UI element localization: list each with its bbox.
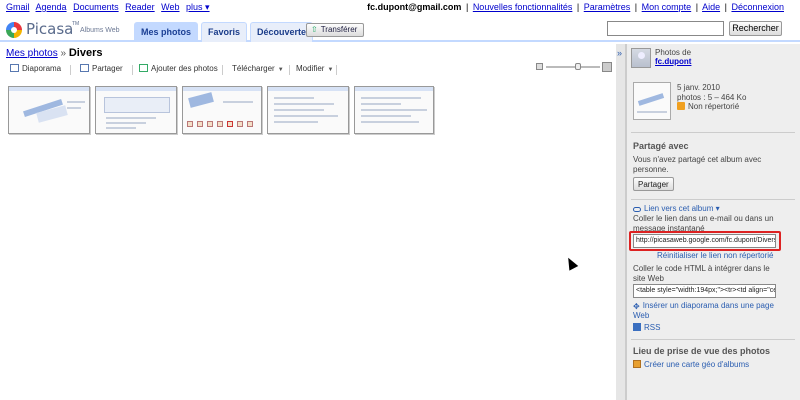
embed-instructions: Coller le code HTML à intégrer dans le s… [633, 264, 770, 283]
thumbnail-zoom-slider[interactable] [536, 62, 612, 72]
settings-link[interactable]: Paramètres [584, 2, 631, 12]
logo-trademark: TM [72, 21, 80, 27]
picasa-logo[interactable]: Picasa TM Albums Web [6, 20, 126, 40]
collapse-panel-toggle[interactable]: » [616, 44, 626, 400]
gbar-link-more[interactable]: plus ▾ [186, 2, 210, 12]
tab-my-photos[interactable]: Mes photos [134, 22, 199, 42]
chevron-down-icon: ▼ [277, 67, 284, 73]
album-visibility: Non répertorié [688, 102, 740, 111]
map-icon [633, 360, 641, 368]
main-tabs: Mes photos Favoris Découverte [134, 22, 316, 42]
sign-out-link[interactable]: Déconnexion [731, 2, 784, 12]
reset-link-link[interactable]: Réinitialiser le lien non répertorié [657, 251, 774, 260]
photo-thumbnail[interactable] [267, 86, 349, 134]
album-title: Divers [68, 47, 103, 59]
gbar-link-web[interactable]: Web [161, 2, 179, 12]
owner-name-link[interactable]: fc.dupont [655, 57, 691, 66]
logo-subtitle: Albums Web [80, 27, 120, 34]
photo-thumbnail[interactable] [182, 86, 262, 134]
album-link-field[interactable]: http://picasaweb.google.com/fc.dupont/Di… [633, 234, 776, 248]
google-bar: Gmail Agenda Documents Reader Web plus ▾… [0, 0, 800, 14]
gbar-link-documents[interactable]: Documents [73, 2, 119, 12]
zoom-handle[interactable] [574, 63, 581, 70]
large-thumbnails-icon[interactable] [602, 62, 612, 72]
breadcrumb: Mes photos » Divers [6, 47, 102, 59]
embed-slideshow-link[interactable]: ✥ Insérer un diaporama dans une page Web [633, 301, 783, 321]
download-menu[interactable]: Télécharger ▼ [232, 64, 284, 73]
album-info-sidebar: Photos de fc.dupont 5 janv. 2010 photos … [626, 44, 800, 400]
share-toolbar-button[interactable]: Partager [80, 64, 123, 73]
embed-code-field[interactable]: <table style="width:194px;"><tr><td alig… [633, 284, 776, 298]
breadcrumb-separator: » [60, 48, 67, 59]
envelope-icon [80, 64, 89, 72]
breadcrumb-my-photos[interactable]: Mes photos [6, 48, 58, 59]
embed-icon: ✥ [633, 302, 640, 311]
avatar[interactable] [631, 48, 651, 68]
slideshow-icon [10, 64, 19, 72]
add-photos-button[interactable]: Ajouter des photos [139, 64, 218, 73]
double-chevron-right-icon: » [617, 48, 623, 58]
edit-menu[interactable]: Modifier ▼ [296, 64, 333, 73]
album-stats: photos : 5 – 464 Ko [677, 93, 747, 102]
rss-link[interactable]: RSS [633, 323, 660, 332]
add-photo-icon [139, 64, 148, 72]
small-thumbnails-icon[interactable] [536, 63, 543, 70]
help-link[interactable]: Aide [702, 2, 720, 12]
tab-favorites[interactable]: Favoris [201, 22, 248, 42]
mouse-cursor [563, 255, 579, 271]
search-button[interactable]: Rechercher [729, 21, 782, 36]
upload-icon: ⇧ [311, 25, 318, 34]
create-map-link[interactable]: Créer une carte géo d'albums [633, 360, 749, 369]
photo-location-title: Lieu de prise de vue des photos [633, 346, 771, 356]
account-links: fc.dupont@gmail.com | Nouvelles fonction… [367, 2, 784, 12]
slideshow-button[interactable]: Diaporama [10, 64, 61, 73]
logo-name: Picasa [26, 20, 74, 38]
new-features-link[interactable]: Nouvelles fonctionnalités [473, 2, 573, 12]
upload-button[interactable]: ⇧ Transférer [306, 23, 365, 37]
tab-discover[interactable]: Découverte [250, 22, 314, 42]
gbar-link-gmail[interactable]: Gmail [6, 2, 30, 12]
photo-thumbnail[interactable] [8, 86, 90, 134]
my-account-link[interactable]: Mon compte [642, 2, 692, 12]
gbar-link-agenda[interactable]: Agenda [36, 2, 67, 12]
picasa-logo-icon [6, 22, 22, 38]
album-cover-image[interactable] [633, 82, 671, 120]
link-icon [633, 207, 641, 212]
lock-icon [677, 102, 685, 110]
owner-label: Photos de [655, 48, 692, 57]
user-email: fc.dupont@gmail.com [367, 2, 462, 12]
shared-with-text: Vous n'avez partagé cet album avec perso… [633, 155, 762, 174]
photo-thumbnail[interactable] [354, 86, 434, 134]
album-toolbar: Diaporama Partager Ajouter des photos Té… [10, 64, 610, 78]
search-input[interactable] [607, 21, 724, 36]
album-link-menu[interactable]: Lien vers cet album ▾ [633, 204, 720, 213]
shared-with-title: Partagé avec [633, 141, 689, 151]
album-date: 5 janv. 2010 [677, 83, 720, 92]
gbar-link-reader[interactable]: Reader [125, 2, 155, 12]
app-header: Picasa TM Albums Web Mes photos Favoris … [0, 18, 800, 42]
google-services-links: Gmail Agenda Documents Reader Web plus ▾ [6, 2, 214, 13]
share-button[interactable]: Partager [633, 177, 674, 191]
rss-icon [633, 323, 641, 331]
photo-thumbnail[interactable] [95, 86, 177, 134]
chevron-down-icon: ▼ [327, 67, 334, 73]
zoom-track[interactable] [546, 66, 600, 68]
